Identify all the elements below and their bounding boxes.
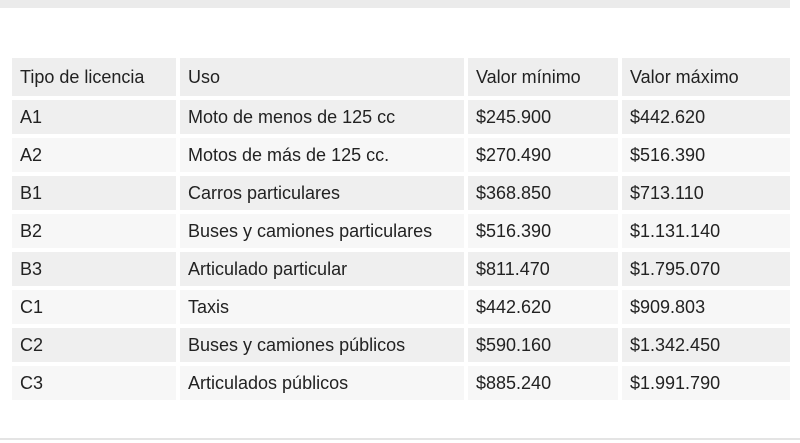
cell-min-value: $368.850 xyxy=(468,176,618,210)
cell-max-value: $909.803 xyxy=(622,290,790,324)
license-cost-table: Tipo de licencia Uso Valor mínimo Valor … xyxy=(8,54,794,404)
header-tipo-de-licencia: Tipo de licencia xyxy=(12,58,176,96)
cell-min-value: $885.240 xyxy=(468,366,618,400)
cell-use: Motos de más de 125 cc. xyxy=(180,138,464,172)
cell-use: Carros particulares xyxy=(180,176,464,210)
table-body: A1 Moto de menos de 125 cc $245.900 $442… xyxy=(12,100,790,400)
cell-min-value: $442.620 xyxy=(468,290,618,324)
table-row: C3 Articulados públicos $885.240 $1.991.… xyxy=(12,366,790,400)
top-divider-bar xyxy=(0,0,790,8)
header-valor-maximo: Valor máximo xyxy=(622,58,790,96)
cell-use: Buses y camiones particulares xyxy=(180,214,464,248)
cell-max-value: $1.795.070 xyxy=(622,252,790,286)
bottom-divider-line xyxy=(0,438,800,440)
cell-max-value: $713.110 xyxy=(622,176,790,210)
cell-max-value: $516.390 xyxy=(622,138,790,172)
table-header: Tipo de licencia Uso Valor mínimo Valor … xyxy=(12,58,790,96)
header-uso: Uso xyxy=(180,58,464,96)
cell-use: Buses y camiones públicos xyxy=(180,328,464,362)
cell-max-value: $1.991.790 xyxy=(622,366,790,400)
cell-license-type: B2 xyxy=(12,214,176,248)
table-row: C1 Taxis $442.620 $909.803 xyxy=(12,290,790,324)
cell-license-type: C2 xyxy=(12,328,176,362)
table-row: C2 Buses y camiones públicos $590.160 $1… xyxy=(12,328,790,362)
cell-use: Moto de menos de 125 cc xyxy=(180,100,464,134)
cell-max-value: $1.342.450 xyxy=(622,328,790,362)
cell-min-value: $516.390 xyxy=(468,214,618,248)
cell-min-value: $590.160 xyxy=(468,328,618,362)
cell-license-type: B3 xyxy=(12,252,176,286)
cell-use: Articulados públicos xyxy=(180,366,464,400)
table-row: B3 Articulado particular $811.470 $1.795… xyxy=(12,252,790,286)
cell-min-value: $811.470 xyxy=(468,252,618,286)
cell-max-value: $1.131.140 xyxy=(622,214,790,248)
table-row: A2 Motos de más de 125 cc. $270.490 $516… xyxy=(12,138,790,172)
cell-license-type: A1 xyxy=(12,100,176,134)
cell-max-value: $442.620 xyxy=(622,100,790,134)
cell-use: Articulado particular xyxy=(180,252,464,286)
header-valor-minimo: Valor mínimo xyxy=(468,58,618,96)
cell-license-type: C1 xyxy=(12,290,176,324)
header-row: Tipo de licencia Uso Valor mínimo Valor … xyxy=(12,58,790,96)
table-row: B1 Carros particulares $368.850 $713.110 xyxy=(12,176,790,210)
cell-license-type: A2 xyxy=(12,138,176,172)
cell-min-value: $245.900 xyxy=(468,100,618,134)
cell-license-type: C3 xyxy=(12,366,176,400)
table-row: B2 Buses y camiones particulares $516.39… xyxy=(12,214,790,248)
cell-use: Taxis xyxy=(180,290,464,324)
cell-min-value: $270.490 xyxy=(468,138,618,172)
table-row: A1 Moto de menos de 125 cc $245.900 $442… xyxy=(12,100,790,134)
cell-license-type: B1 xyxy=(12,176,176,210)
